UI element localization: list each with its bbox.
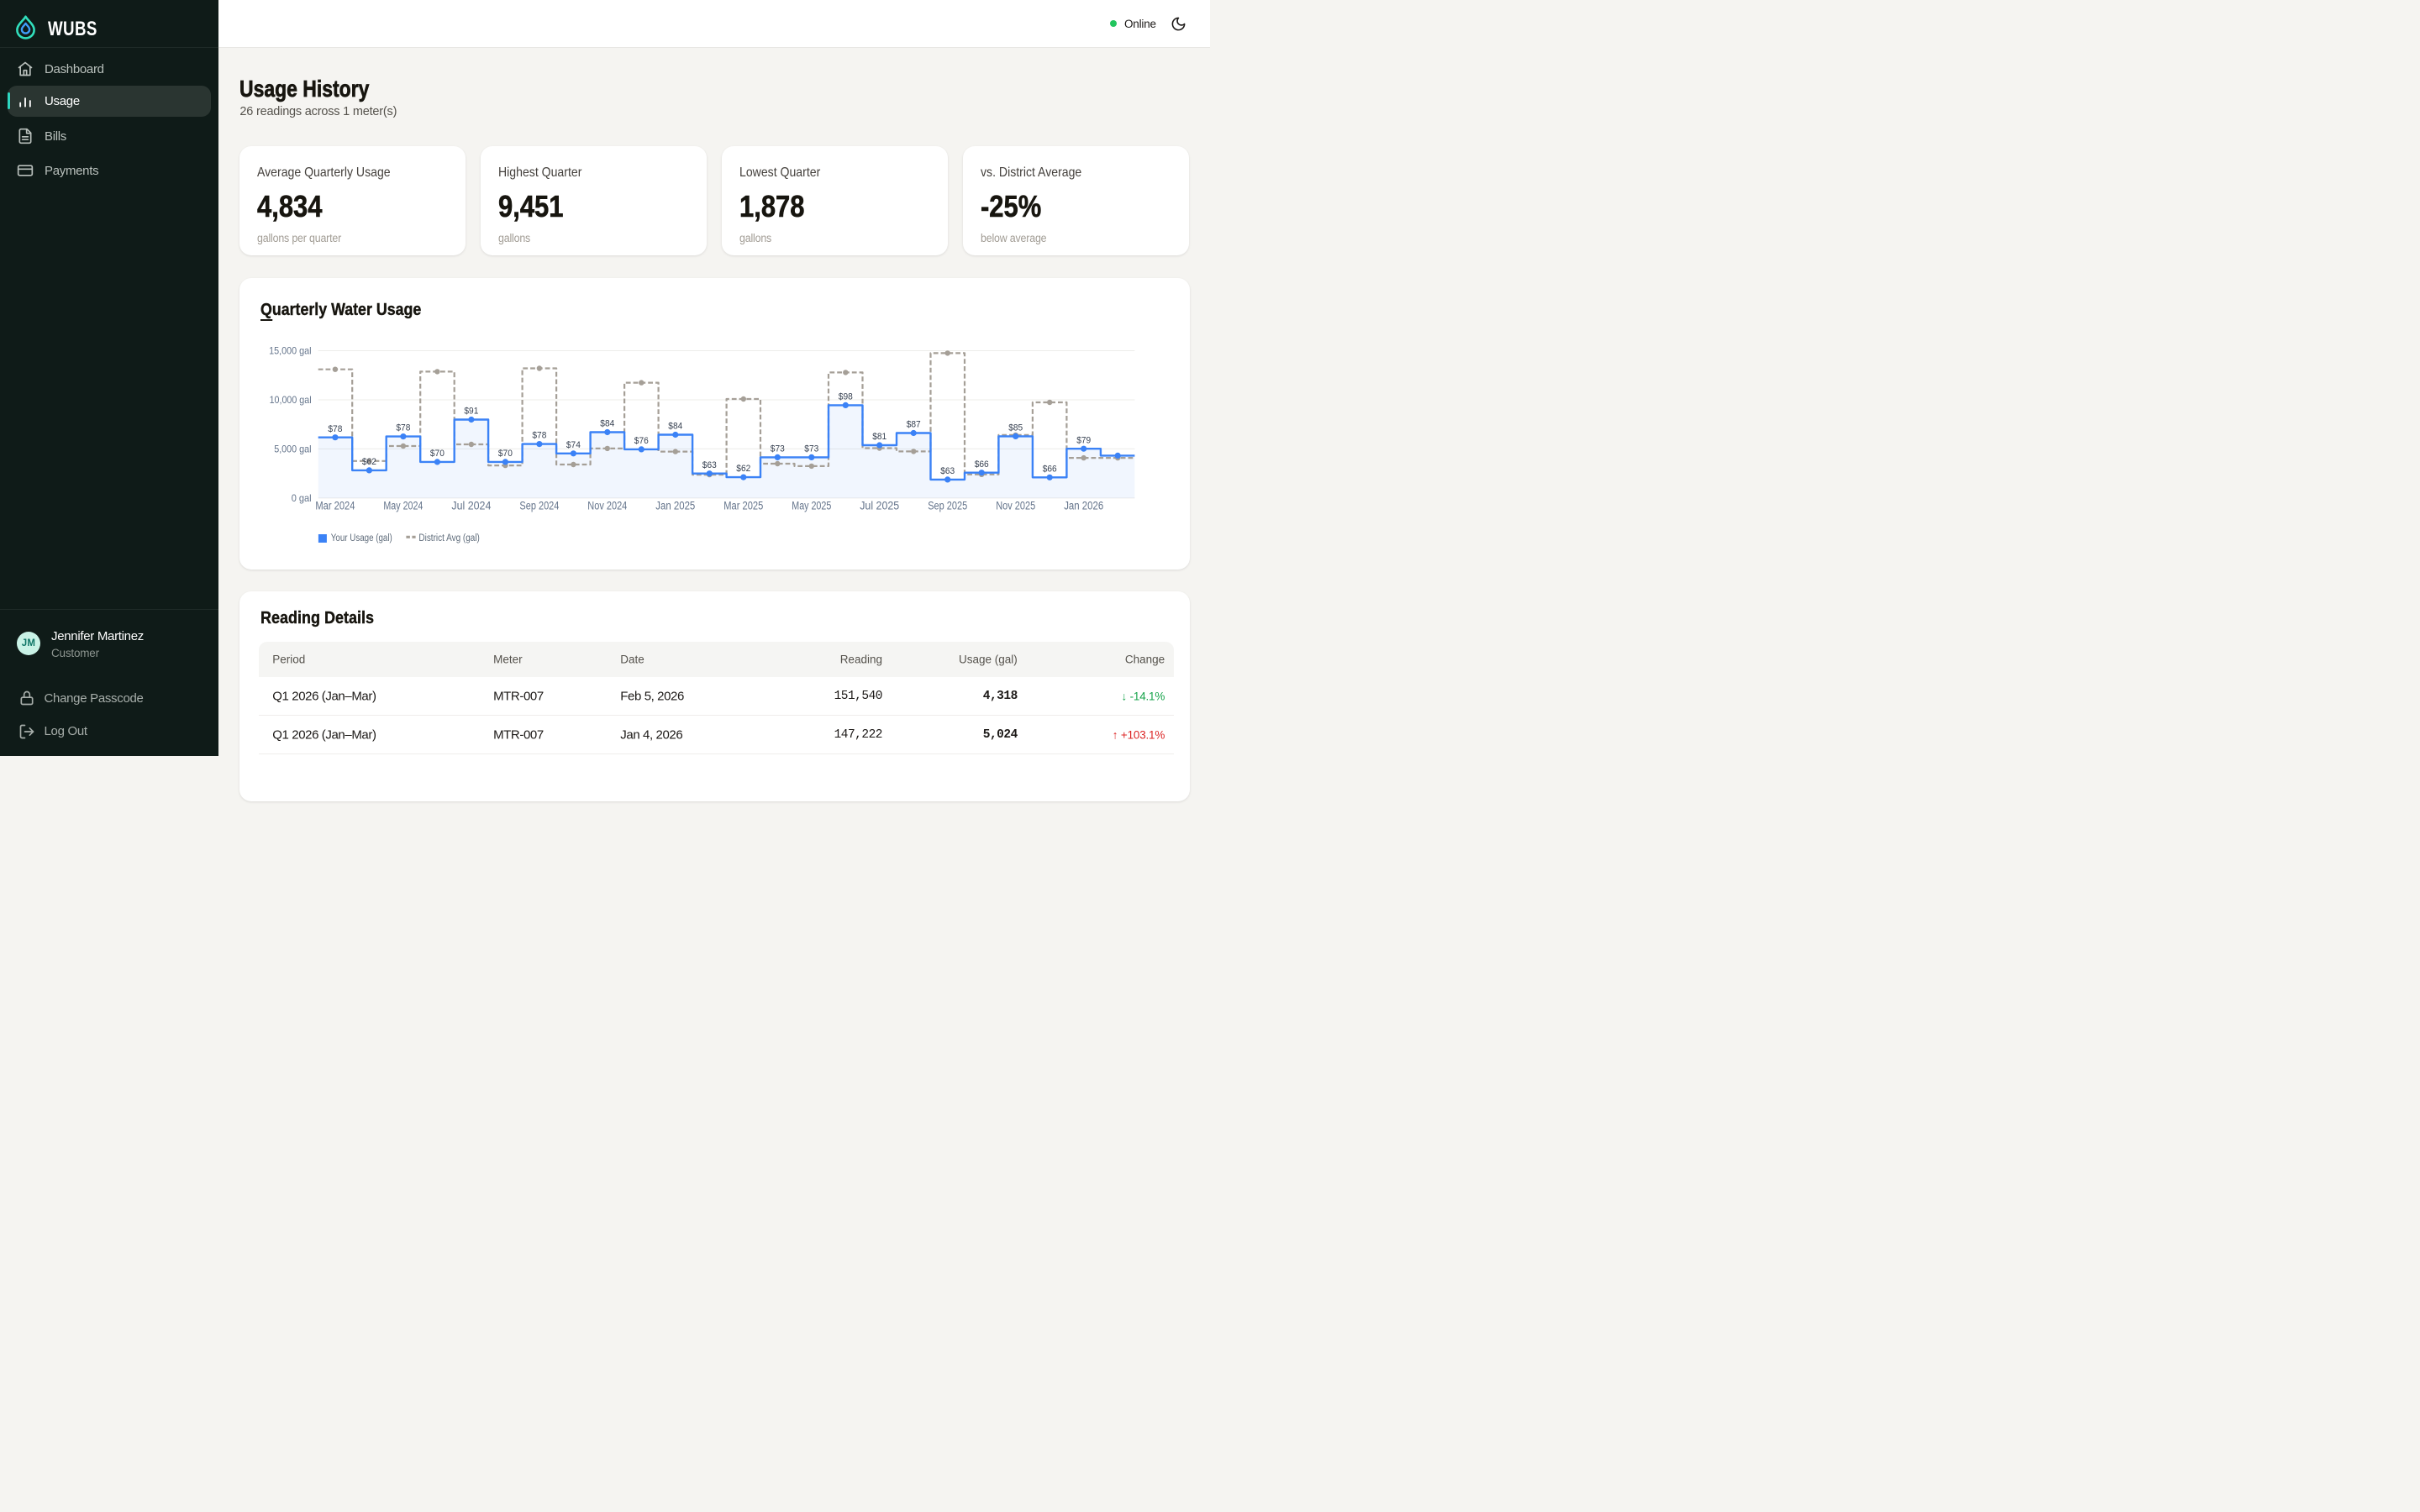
svg-text:$79: $79 xyxy=(1077,435,1092,445)
svg-text:Mar 2024: Mar 2024 xyxy=(316,499,355,512)
svg-text:$63: $63 xyxy=(702,459,717,470)
svg-text:$66: $66 xyxy=(975,459,989,469)
svg-text:Nov 2025: Nov 2025 xyxy=(997,499,1036,512)
svg-text:$85: $85 xyxy=(1009,423,1023,433)
svg-text:$81: $81 xyxy=(873,432,887,442)
svg-text:Jan 2026: Jan 2026 xyxy=(1065,499,1104,512)
svg-text:Jan 2025: Jan 2025 xyxy=(656,499,696,512)
svg-text:$91: $91 xyxy=(465,406,479,416)
svg-text:District Avg (gal): District Avg (gal) xyxy=(419,533,481,543)
svg-text:0 gal: 0 gal xyxy=(292,492,312,504)
svg-text:May 2024: May 2024 xyxy=(384,499,424,512)
svg-text:$98: $98 xyxy=(839,391,853,402)
svg-text:$78: $78 xyxy=(397,423,411,433)
svg-text:Sep 2024: Sep 2024 xyxy=(520,499,560,512)
svg-text:$76: $76 xyxy=(634,436,649,446)
svg-text:$73: $73 xyxy=(771,444,785,454)
svg-text:5,000 gal: 5,000 gal xyxy=(275,443,312,454)
svg-text:Mar 2025: Mar 2025 xyxy=(724,499,764,512)
svg-text:$70: $70 xyxy=(430,449,445,459)
svg-text:$78: $78 xyxy=(329,423,343,433)
svg-text:$62: $62 xyxy=(362,457,376,467)
svg-text:Nov 2024: Nov 2024 xyxy=(588,499,628,512)
svg-text:$73: $73 xyxy=(805,444,819,454)
svg-text:May 2025: May 2025 xyxy=(792,499,832,512)
svg-text:$74: $74 xyxy=(566,439,581,449)
svg-text:$63: $63 xyxy=(941,466,955,476)
svg-text:Sep 2025: Sep 2025 xyxy=(929,499,968,512)
svg-text:15,000 gal: 15,000 gal xyxy=(269,344,312,356)
svg-text:Jul 2024: Jul 2024 xyxy=(452,499,492,512)
svg-text:$70: $70 xyxy=(498,449,513,459)
svg-text:$62: $62 xyxy=(737,464,751,474)
svg-text:$84: $84 xyxy=(601,418,615,428)
svg-text:$84: $84 xyxy=(669,421,683,431)
svg-text:$87: $87 xyxy=(907,419,921,429)
svg-text:Your Usage (gal): Your Usage (gal) xyxy=(331,533,392,543)
svg-text:10,000 gal: 10,000 gal xyxy=(270,394,312,406)
svg-text:Jul 2025: Jul 2025 xyxy=(860,499,900,512)
svg-text:$66: $66 xyxy=(1043,464,1057,474)
svg-text:$78: $78 xyxy=(533,430,547,440)
